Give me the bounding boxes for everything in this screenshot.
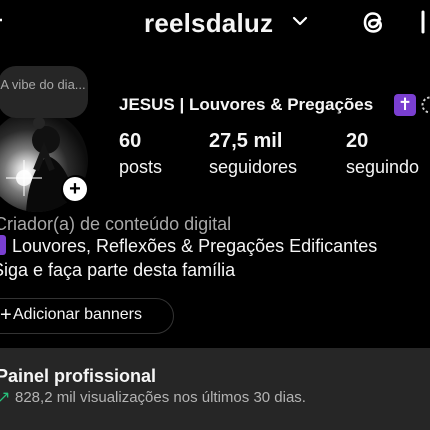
add-story-button[interactable]: +	[61, 175, 91, 205]
note-bubble-tail	[33, 117, 45, 129]
menu-icon[interactable]	[417, 8, 429, 36]
back-icon[interactable]	[0, 6, 6, 34]
following-label[interactable]: seguindo	[346, 154, 419, 180]
dashed-circle-icon[interactable]	[420, 95, 430, 115]
purple-square-emoji	[0, 235, 6, 255]
note-text: A vibe do dia...	[0, 77, 86, 92]
bio-line-1: Louvores, Reflexões & Pregações Edifican…	[0, 234, 377, 258]
plus-icon: +	[63, 177, 87, 201]
bio-line-1-text: Louvores, Reflexões & Pregações Edifican…	[12, 236, 378, 256]
bio-line-2: Siga e faça parte desta família	[0, 258, 235, 282]
followers-count[interactable]: 27,5 mil	[209, 128, 282, 154]
bio-category: Criador(a) de conteúdo digital	[0, 214, 232, 234]
profile-display-name: JESUS | Louvores & Pregações	[119, 95, 374, 114]
add-banners-label: Adicionar banners	[13, 306, 142, 323]
plus-icon: +	[0, 304, 12, 326]
posts-count[interactable]: 60	[119, 128, 141, 154]
trend-up-icon: ↗	[0, 389, 11, 406]
cross-emoji: ✝	[394, 94, 416, 116]
professional-dashboard-title: Painel profissional	[0, 366, 157, 386]
following-count[interactable]: 20	[346, 128, 368, 154]
profile-username[interactable]: reelsdaluz	[144, 6, 273, 40]
bio-line-2-text: Siga e faça parte desta família	[0, 260, 236, 280]
followers-label[interactable]: seguidores	[209, 154, 297, 180]
threads-icon[interactable]	[356, 4, 392, 40]
posts-label[interactable]: posts	[119, 154, 162, 180]
professional-dashboard-subtitle: 828,2 mil visualizações nos últimos 30 d…	[15, 389, 306, 406]
chevron-down-icon[interactable]	[289, 10, 311, 32]
